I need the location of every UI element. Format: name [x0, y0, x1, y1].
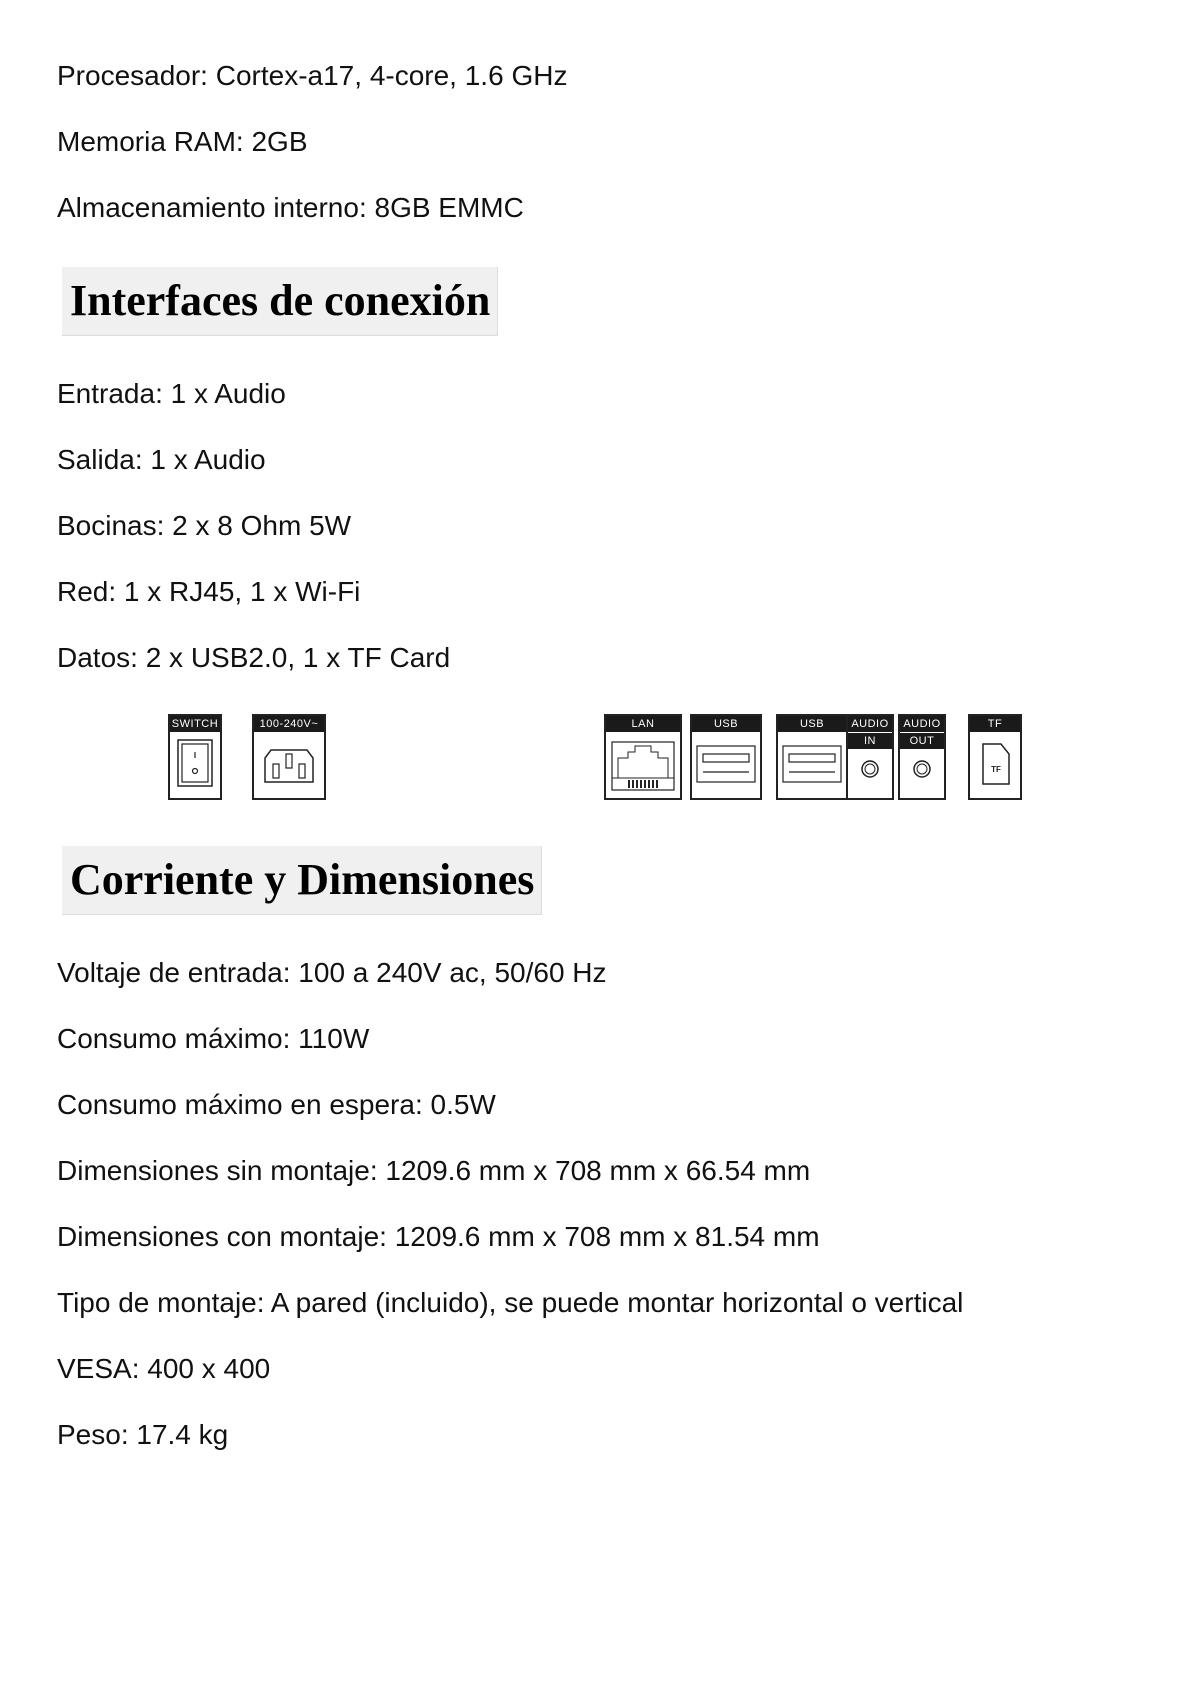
spec-audio-output: Salida: 1 x Audio — [57, 444, 266, 475]
audio-jack-icon — [861, 760, 879, 778]
port-label: 100-240V~ — [254, 716, 324, 732]
spec-dimensions-without-mount: Dimensiones sin montaje: 1209.6 mm x 708… — [57, 1155, 811, 1186]
port-sublabel: IN — [848, 732, 892, 749]
section-heading-interfaces: Interfaces de conexión — [62, 267, 499, 336]
spec-network: Red: 1 x RJ45, 1 x Wi-Fi — [57, 576, 361, 607]
usb-port-icon — [696, 745, 756, 783]
power-switch-icon — [177, 739, 213, 787]
tf-card-text: TF — [991, 765, 1001, 774]
ac-power-socket-icon — [264, 749, 314, 783]
spec-standby-consumption: Consumo máximo en espera: 0.5W — [57, 1089, 496, 1120]
port-power: 100-240V~ — [252, 714, 326, 800]
spec-weight: Peso: 17.4 kg — [57, 1419, 229, 1450]
section-heading-power: Corriente y Dimensiones — [62, 846, 543, 915]
spec-data: Datos: 2 x USB2.0, 1 x TF Card — [57, 642, 451, 673]
port-label: LAN — [606, 716, 680, 732]
spec-processor: Procesador: Cortex-a17, 4-core, 1.6 GHz — [57, 60, 568, 91]
spec-ram: Memoria RAM: 2GB — [57, 126, 308, 157]
port-label: USB — [778, 716, 846, 732]
port-usb-2: USB — [776, 714, 848, 800]
port-label: TF — [970, 716, 1020, 732]
port-label: AUDIO — [848, 716, 892, 732]
spec-mount-type: Tipo de montaje: A pared (incluido), se … — [57, 1287, 964, 1318]
port-label: SWITCH — [170, 716, 220, 732]
audio-jack-icon — [913, 760, 931, 778]
port-audio-out: AUDIO OUT — [898, 714, 946, 800]
port-switch: SWITCH — [168, 714, 222, 800]
spec-storage: Almacenamiento interno: 8GB EMMC — [57, 192, 524, 223]
port-lan: LAN — [604, 714, 682, 800]
port-audio-in: AUDIO IN — [846, 714, 894, 800]
port-sublabel: OUT — [900, 732, 944, 749]
rj45-ethernet-icon — [611, 741, 675, 791]
port-usb-1: USB — [690, 714, 762, 800]
usb-port-icon — [782, 745, 842, 783]
spec-vesa: VESA: 400 x 400 — [57, 1353, 271, 1384]
spec-input-voltage: Voltaje de entrada: 100 a 240V ac, 50/60… — [57, 957, 607, 988]
port-label: USB — [692, 716, 760, 732]
port-tf: TF TF — [968, 714, 1022, 800]
tf-card-icon: TF — [982, 743, 1010, 785]
spec-audio-input: Entrada: 1 x Audio — [57, 378, 286, 409]
spec-dimensions-with-mount: Dimensiones con montaje: 1209.6 mm x 708… — [57, 1221, 820, 1252]
spec-speakers: Bocinas: 2 x 8 Ohm 5W — [57, 510, 352, 541]
port-label: AUDIO — [900, 716, 944, 732]
spec-max-consumption: Consumo máximo: 110W — [57, 1023, 370, 1054]
